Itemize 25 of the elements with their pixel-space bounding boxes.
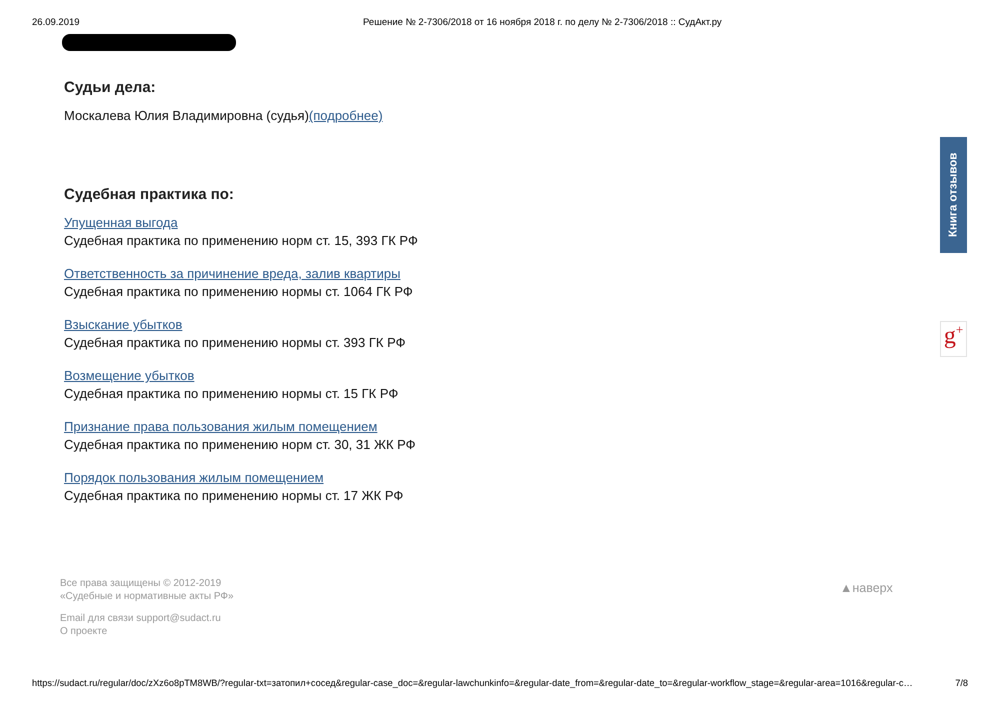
print-page-number: 7/8 bbox=[955, 678, 968, 689]
practice-topic-link[interactable]: Возмещение убытков bbox=[64, 367, 194, 385]
details-link[interactable]: (подробнее) bbox=[308, 108, 383, 123]
practice-topic-link[interactable]: Признание права пользования жилым помещением bbox=[64, 418, 378, 436]
print-page-url: https://sudact.ru/regular/doc/zXz6o8pTM8WB/?regular-txt=затопил+сосед&regular-case_doc=&regular-lawchunkinfo=&regular-date_from=&regular-date_to=&regular-workflow_stage=&regular-area=1016&regular-c… bbox=[32, 678, 913, 689]
section-heading: Судьи дела: bbox=[64, 79, 156, 97]
practice-description: Судебная практика по применению нормы ст. 15 ГК РФ bbox=[64, 385, 398, 403]
print-date: 26.09.2019 bbox=[32, 17, 80, 28]
copyright-text: «Судебные и нормативные акты РФ» bbox=[60, 590, 234, 603]
copyright-text: Все права защищены © 2012-2019 bbox=[60, 578, 222, 590]
practice-description: Судебная практика по применению нормы ст. 393 ГК РФ bbox=[64, 334, 406, 352]
judge-name: Москалева Юлия Владимировна (судья) bbox=[64, 108, 309, 123]
practice-description: Судебная практика по применению норм ст. 30, 31 ЖК РФ bbox=[64, 436, 416, 454]
section-heading: Судебная практика по: bbox=[64, 186, 234, 204]
practice-description: Судебная практика по применению нормы ст. 1064 ГК РФ bbox=[64, 283, 413, 301]
practice-topic-link[interactable]: Взыскание убытков bbox=[64, 316, 182, 334]
google-plus-button[interactable]: g$^{+}$ bbox=[940, 321, 967, 357]
practice-topic-link[interactable]: Ответственность за причинение вреда, залив квартиры bbox=[64, 265, 400, 283]
practice-description: Судебная практика по применению норм ст. 15, 393 ГК РФ bbox=[64, 232, 418, 250]
contact-email-text: Email для связи support@sudact.ru bbox=[60, 613, 221, 626]
feedback-tab[interactable]: Книга отзывов bbox=[940, 137, 967, 253]
practice-topic-link[interactable]: Порядок пользования жилым помещением bbox=[64, 469, 324, 487]
practice-description: Судебная практика по применению нормы ст. 17 ЖК РФ bbox=[64, 487, 404, 505]
practice-topic-link[interactable]: Упущенная выгода bbox=[64, 214, 178, 232]
print-page-title: Решение № 2-7306/2018 от 16 ноября 2018 г. по делу № 2-7306/2018 :: СудАкт.ру bbox=[363, 17, 722, 28]
